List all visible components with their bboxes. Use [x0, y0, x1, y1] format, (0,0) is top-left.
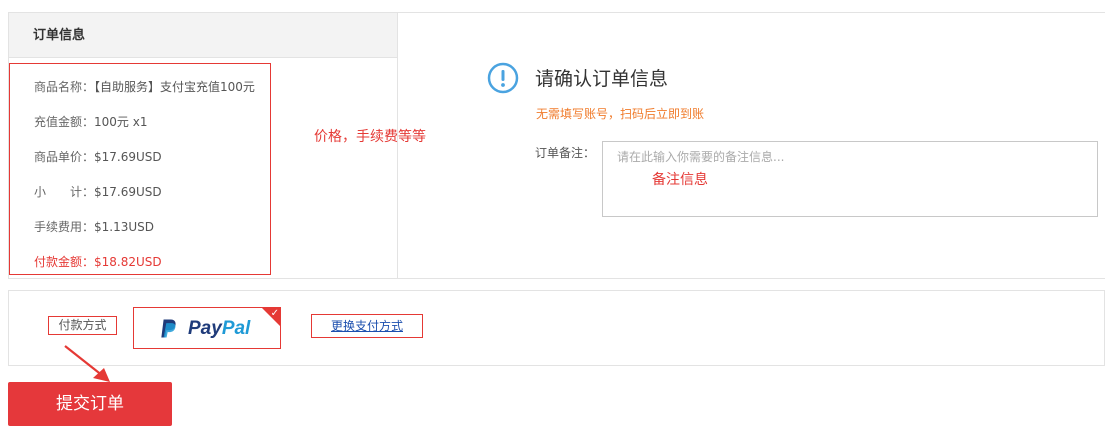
order-info-list: 商品名称：【自助服务】支付宝充值100元 充值金额：100元 x1 商品单价：$… — [9, 63, 271, 275]
paypal-logo-icon — [161, 319, 176, 338]
paypal-word-pal: Pal — [221, 318, 251, 339]
order-info-header: 订单信息 — [9, 13, 397, 58]
info-row-unit-price: 商品单价：$17.69USD — [34, 148, 162, 165]
submit-order-button[interactable]: 提交订单 — [8, 382, 172, 426]
annotation-arrow-icon — [64, 345, 110, 382]
info-value: 【自助服务】支付宝充值100元 — [94, 80, 255, 94]
annotation-price-note: 价格，手续费等等 — [314, 129, 426, 145]
info-label: 付款金额： — [34, 255, 95, 269]
info-label: 商品单价： — [34, 150, 95, 164]
info-value: $1.13USD — [94, 220, 155, 234]
paypal-option[interactable]: PayPal ✓ — [133, 307, 281, 349]
check-icon: ✓ — [270, 308, 279, 319]
change-payment-link[interactable]: 更换支付方式 — [311, 314, 423, 338]
paypal-wordmark: PayPal — [188, 318, 250, 340]
confirm-subtitle: 无需填写账号，扫码后立即到账 — [536, 107, 705, 121]
remark-label: 订单备注： — [535, 146, 596, 160]
info-row-product-name: 商品名称：【自助服务】支付宝充值100元 — [34, 78, 255, 95]
info-label: 商品名称： — [34, 80, 95, 94]
confirm-title: 请确认订单信息 — [535, 68, 669, 90]
info-icon — [487, 62, 519, 94]
info-label: 充值金额： — [34, 115, 95, 129]
info-value: 100元 x1 — [94, 115, 148, 129]
info-value: $18.82USD — [94, 255, 162, 269]
info-row-payment-amount: 付款金额：$18.82USD — [34, 253, 162, 270]
info-value: $17.69USD — [94, 185, 162, 199]
info-label: 手续费用： — [34, 220, 95, 234]
order-info-column: 订单信息 商品名称：【自助服务】支付宝充值100元 充值金额：100元 x1 商… — [8, 13, 398, 279]
info-label: 小 计： — [34, 185, 95, 199]
payment-method-label: 付款方式 — [48, 316, 117, 335]
info-row-fee: 手续费用：$1.13USD — [34, 218, 154, 235]
annotation-remark-note: 备注信息 — [652, 172, 708, 188]
info-row-subtotal: 小 计：$17.69USD — [34, 183, 162, 200]
remark-placeholder: 请在此输入你需要的备注信息... — [617, 150, 785, 164]
paypal-word-pay: Pay — [188, 318, 222, 339]
info-value: $17.69USD — [94, 150, 162, 164]
info-row-recharge-amount: 充值金额：100元 x1 — [34, 113, 147, 130]
